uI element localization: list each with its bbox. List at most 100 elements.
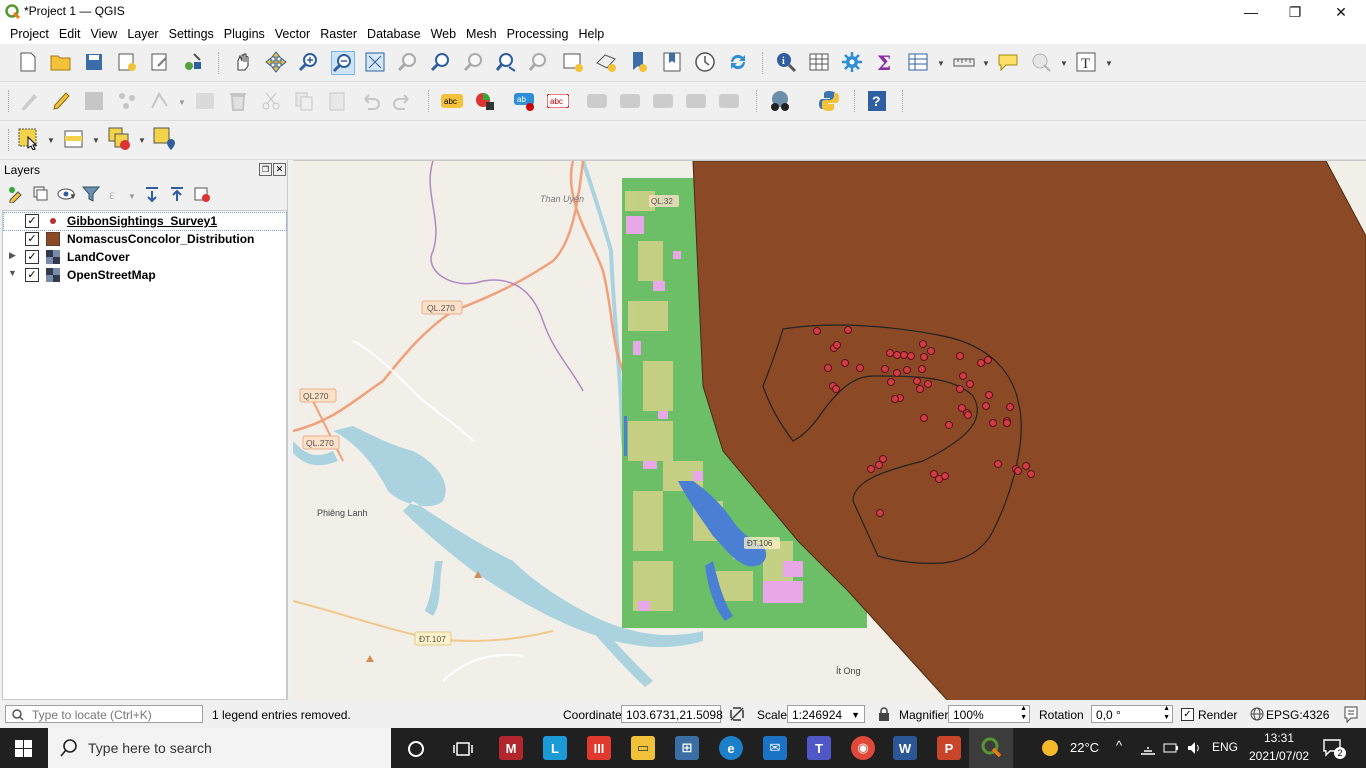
redo-icon[interactable]	[392, 90, 414, 112]
add-point-feature-icon[interactable]	[116, 90, 138, 112]
show-hidden-icons-icon[interactable]: ^	[1116, 738, 1122, 753]
messages-icon[interactable]	[1342, 705, 1360, 723]
word-app-icon[interactable]: W	[893, 736, 917, 760]
menu-vector[interactable]: Vector	[270, 24, 315, 44]
lock-scale-icon[interactable]	[878, 707, 890, 721]
layer-row-landcover[interactable]: ▶ ✓ LandCover	[3, 248, 286, 266]
layout-manager-icon[interactable]	[149, 51, 171, 73]
layer-row-gibbon-sightings[interactable]: ✓ GibbonSightings_Survey1	[3, 212, 287, 231]
store-app-icon[interactable]: ⊞	[675, 736, 699, 760]
move-label-icon[interactable]	[620, 90, 642, 112]
copy-features-icon[interactable]	[293, 90, 315, 112]
style-manager-icon[interactable]	[182, 51, 204, 73]
chevron-down-icon[interactable]: ▼	[851, 706, 860, 724]
save-layer-edits-icon[interactable]	[83, 90, 105, 112]
menu-raster[interactable]: Raster	[315, 24, 362, 44]
chrome-browser-icon[interactable]: ◉	[851, 736, 875, 760]
zoom-last-icon[interactable]	[496, 51, 518, 73]
network-icon[interactable]	[1140, 741, 1156, 755]
chevron-down-icon[interactable]: ▼	[1060, 59, 1068, 68]
spin-arrows-icon[interactable]: ▲ ▼	[1163, 704, 1170, 722]
menu-edit[interactable]: Edit	[54, 24, 86, 44]
map-render[interactable]: Than Uyên QL.32 QL.270 QL270 QL.270 Phiê…	[293, 161, 1366, 701]
close-panel-icon[interactable]: ✕	[273, 163, 286, 176]
measure-line-icon[interactable]	[953, 51, 975, 73]
filter-by-expression-icon[interactable]: ε	[105, 183, 127, 205]
chevron-down-icon[interactable]: ▼	[128, 192, 136, 201]
layer-visibility-checkbox[interactable]: ✓	[25, 268, 39, 282]
new-bookmark-icon[interactable]	[628, 51, 650, 73]
open-layer-styling-icon[interactable]	[5, 183, 27, 205]
action-center-button[interactable]: 2	[1322, 737, 1346, 759]
layer-visibility-checkbox[interactable]: ✓	[25, 250, 39, 264]
input-language[interactable]: ENG	[1212, 740, 1238, 754]
current-edits-icon[interactable]	[18, 90, 40, 112]
weather-temperature[interactable]: 22°C	[1070, 740, 1099, 755]
menu-plugins[interactable]: Plugins	[219, 24, 270, 44]
crs-button[interactable]: EPSG:4326	[1266, 708, 1329, 722]
weather-sun-icon[interactable]	[1040, 738, 1060, 758]
l-app-icon[interactable]: L	[543, 736, 567, 760]
locator-search-input[interactable]: Type to locate (Ctrl+K)	[5, 705, 203, 723]
filter-legend-icon[interactable]	[80, 183, 102, 205]
show-bookmarks-icon[interactable]	[661, 51, 683, 73]
processing-toolbox-icon[interactable]	[841, 51, 863, 73]
select-by-location-icon[interactable]	[153, 127, 175, 150]
rotate-label-icon[interactable]	[653, 90, 675, 112]
mcafee-app-icon[interactable]: M	[499, 736, 523, 760]
file-explorer-icon[interactable]: ▭	[631, 736, 655, 760]
chevron-down-icon[interactable]: ▼	[982, 59, 990, 68]
menu-view[interactable]: View	[85, 24, 122, 44]
menu-web[interactable]: Web	[426, 24, 461, 44]
open-table-icon[interactable]	[907, 51, 929, 73]
layer-row-openstreetmap[interactable]: ▼ ✓ OpenStreetMap	[3, 266, 286, 284]
coordinate-field[interactable]: 103.6731,21.5098	[621, 705, 723, 723]
chevron-down-icon[interactable]: ▼	[178, 98, 186, 107]
windows-start-icon[interactable]	[15, 740, 33, 758]
select-features-icon[interactable]	[18, 128, 40, 150]
expand-arrow-icon[interactable]: ▶	[9, 250, 16, 261]
layer-diagram-options-icon[interactable]	[474, 90, 496, 112]
undo-icon[interactable]	[359, 90, 381, 112]
zoom-in-icon[interactable]	[298, 51, 320, 73]
chevron-down-icon[interactable]: ▼	[69, 192, 77, 201]
layer-visibility-checkbox[interactable]: ✓	[25, 232, 39, 246]
collapse-arrow-icon[interactable]: ▼	[8, 268, 17, 278]
zoom-to-layer-icon[interactable]	[430, 51, 452, 73]
menu-project[interactable]: Project	[5, 24, 54, 44]
show-hide-labels-icon[interactable]	[587, 90, 609, 112]
pan-map-icon[interactable]	[232, 51, 254, 73]
powerpoint-app-icon[interactable]: P	[937, 736, 961, 760]
zoom-full-icon[interactable]	[364, 51, 386, 73]
help-contents-icon[interactable]: ?	[866, 90, 888, 112]
expand-all-icon[interactable]	[141, 183, 163, 205]
taskbar-search-box[interactable]: Type here to search	[48, 728, 391, 768]
scale-combobox[interactable]: 1:246924 ▼	[787, 705, 865, 723]
task-view-icon[interactable]	[453, 740, 473, 758]
delete-selected-icon[interactable]	[227, 90, 249, 112]
spin-arrows-icon[interactable]: ▲ ▼	[1020, 704, 1027, 722]
taskbar-clock-date[interactable]: 2021/07/02	[1249, 749, 1309, 763]
change-label-icon[interactable]	[686, 90, 708, 112]
edge-browser-icon[interactable]: e	[719, 736, 743, 760]
layer-labeling-options-icon[interactable]: abc	[441, 90, 463, 112]
layer-visibility-checkbox[interactable]: ✓	[25, 214, 39, 228]
menu-layer[interactable]: Layer	[122, 24, 163, 44]
cortana-icon[interactable]	[407, 740, 425, 758]
temporal-controller-icon[interactable]	[694, 51, 716, 73]
zoom-to-selection-icon[interactable]	[397, 51, 419, 73]
deselect-features-icon[interactable]	[108, 127, 130, 150]
text-annotation-icon[interactable]: T	[1075, 51, 1097, 73]
label-properties-icon[interactable]	[719, 90, 741, 112]
chevron-down-icon[interactable]: ▼	[1105, 59, 1113, 68]
zoom-out-icon[interactable]	[331, 51, 355, 75]
python-console-icon[interactable]	[818, 90, 840, 112]
red-app-icon[interactable]: III	[587, 736, 611, 760]
battery-icon[interactable]	[1163, 741, 1179, 755]
menu-mesh[interactable]: Mesh	[461, 24, 502, 44]
rotation-spinbox[interactable]: 0,0 ° ▲ ▼	[1091, 705, 1173, 723]
float-panel-icon[interactable]: ❐	[259, 163, 272, 176]
pin-unpin-labels-icon[interactable]: ab	[514, 90, 536, 112]
layer-row-nomascus-distribution[interactable]: ✓ NomascusConcolor_Distribution	[3, 230, 286, 248]
add-group-icon[interactable]	[30, 183, 52, 205]
